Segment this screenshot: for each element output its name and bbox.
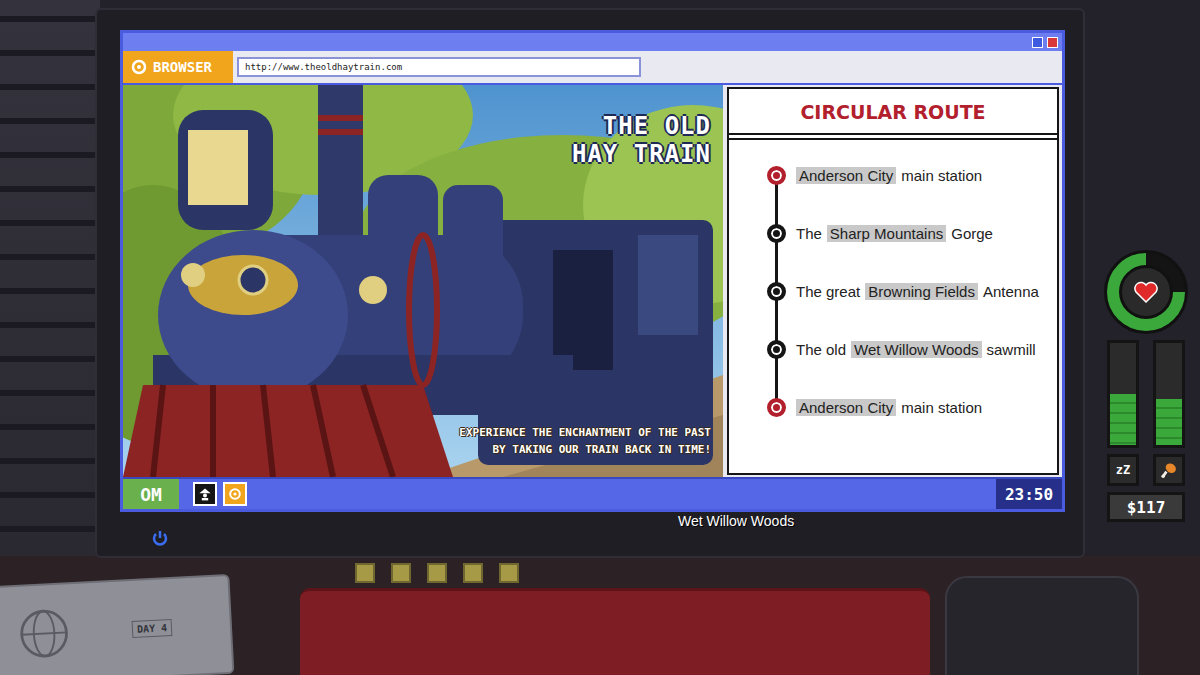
address-field[interactable]: http://www.theoldhaytrain.com bbox=[237, 57, 641, 77]
stop-marker-icon bbox=[767, 224, 786, 243]
place-name[interactable]: Anderson City bbox=[796, 399, 896, 416]
desk-mat bbox=[300, 588, 930, 675]
place-name[interactable]: Anderson City bbox=[796, 167, 896, 184]
monitor-button[interactable] bbox=[463, 563, 483, 583]
chicken-leg-icon bbox=[1160, 461, 1178, 479]
page-content: THE OLDHAY TRAIN EXPERIENCE THE ENCHANTME… bbox=[123, 85, 1062, 477]
route-stop[interactable]: Anderson Citymain station bbox=[767, 398, 1051, 456]
stop-marker-icon bbox=[767, 398, 786, 417]
stop-marker-icon bbox=[767, 166, 786, 185]
stop-marker-icon bbox=[767, 340, 786, 359]
place-name[interactable]: Browning Fields bbox=[865, 283, 978, 300]
monitor-buttons bbox=[355, 563, 519, 583]
place-name[interactable]: Wet Willow Woods bbox=[851, 341, 981, 358]
banner-tagline: EXPERIENCE THE ENCHANTMENT OF THE PASTBY… bbox=[459, 424, 711, 459]
banner: THE OLDHAY TRAIN EXPERIENCE THE ENCHANTME… bbox=[123, 85, 723, 477]
taskbar: OM 23:50 bbox=[123, 477, 1062, 509]
monitor-button[interactable] bbox=[427, 563, 447, 583]
clock: 23:50 bbox=[996, 479, 1062, 509]
game-scene: DAY 4 BROWSERhttp://www.theoldhaytrain.co… bbox=[0, 0, 1200, 675]
phone[interactable] bbox=[945, 576, 1139, 675]
stop-marker-icon bbox=[767, 282, 786, 301]
globe-logo-icon bbox=[15, 604, 74, 663]
heart-icon bbox=[1134, 281, 1158, 303]
contacts-app-icon[interactable] bbox=[193, 482, 217, 506]
monitor-button[interactable] bbox=[391, 563, 411, 583]
sleep-label: zZ bbox=[1107, 454, 1139, 486]
title-bar bbox=[123, 33, 1062, 51]
start-button[interactable]: OM bbox=[123, 479, 179, 509]
route-panel: CIRCULAR ROUTEAnderson Citymain stationT… bbox=[727, 87, 1059, 475]
route-stop[interactable]: Anderson Citymain station bbox=[767, 166, 1051, 224]
window-control[interactable] bbox=[1032, 37, 1043, 48]
route-stop[interactable]: TheSharp MountainsGorge bbox=[767, 224, 1051, 282]
place-name[interactable]: Sharp Mountains bbox=[827, 225, 946, 242]
monitor-button[interactable] bbox=[355, 563, 375, 583]
window-view bbox=[0, 0, 100, 560]
notebook[interactable]: DAY 4 bbox=[0, 574, 234, 675]
hover-caption: Wet Willow Woods bbox=[678, 513, 794, 529]
hunger-box bbox=[1153, 454, 1185, 486]
route-list: Anderson Citymain stationTheSharp Mounta… bbox=[729, 140, 1057, 456]
bezel: Wet Willow Woods bbox=[120, 512, 1065, 548]
hunger-meter bbox=[1153, 340, 1185, 448]
status-hud: zZ $117 bbox=[1102, 250, 1190, 522]
toolbar: BROWSERhttp://www.theoldhaytrain.com bbox=[123, 51, 1062, 85]
title-rule bbox=[729, 133, 1057, 140]
monitor: BROWSERhttp://www.theoldhaytrain.comTHE … bbox=[95, 8, 1085, 558]
health-meter bbox=[1104, 250, 1188, 334]
window-control[interactable] bbox=[1047, 37, 1058, 48]
sleep-meter bbox=[1107, 340, 1139, 448]
route-title: CIRCULAR ROUTE bbox=[729, 89, 1057, 123]
browser-badge: BROWSER bbox=[123, 51, 233, 83]
route-stop[interactable]: The greatBrowning FieldsAntenna bbox=[767, 282, 1051, 340]
browser-logo-icon bbox=[131, 59, 147, 75]
route-stop[interactable]: The oldWet Willow Woodssawmill bbox=[767, 340, 1051, 398]
day-label: DAY 4 bbox=[132, 618, 173, 637]
money-counter: $117 bbox=[1107, 492, 1185, 522]
browser-app-icon[interactable] bbox=[223, 482, 247, 506]
browser-window: BROWSERhttp://www.theoldhaytrain.comTHE … bbox=[120, 30, 1065, 512]
banner-title: THE OLDHAY TRAIN bbox=[572, 113, 711, 168]
monitor-button[interactable] bbox=[499, 563, 519, 583]
power-icon[interactable] bbox=[150, 528, 170, 548]
